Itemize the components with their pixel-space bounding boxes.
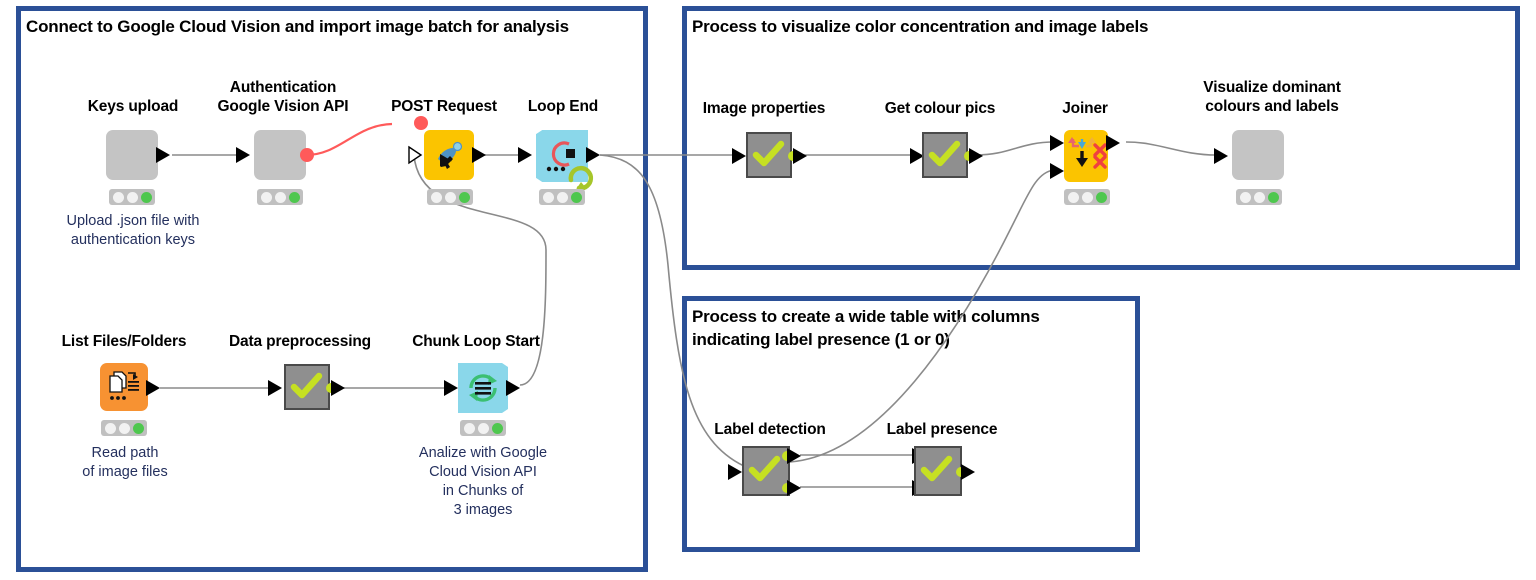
node-label-data-preprocessing: Data preprocessing xyxy=(228,333,371,350)
node-label-image-properties: Image properties xyxy=(702,100,826,117)
status-authentication xyxy=(257,189,303,205)
status-visualize-dominant xyxy=(1236,189,1282,205)
node-body-keys-upload[interactable] xyxy=(106,130,158,180)
status-lamp-running xyxy=(118,422,130,434)
metanode-check-icon xyxy=(928,140,961,167)
chunk-loop-start-icon xyxy=(469,374,497,402)
status-lamp-executed xyxy=(132,422,144,434)
status-lamp-idle xyxy=(260,191,272,203)
port-out-joiner xyxy=(1106,135,1120,151)
status-post-request xyxy=(427,189,473,205)
status-lamp-idle xyxy=(112,191,124,203)
port-out-keys-upload xyxy=(156,147,170,163)
node-description-list-files-folders: Read path of image files xyxy=(82,445,168,480)
metanode-check-icon xyxy=(920,455,953,482)
node-label-keys-upload: Keys upload xyxy=(87,98,179,115)
node-label-joiner: Joiner xyxy=(1062,100,1108,117)
workflow-canvas[interactable]: Connect to Google Cloud Vision and impor… xyxy=(0,0,1536,580)
status-lamp-idle xyxy=(463,422,475,434)
status-list-files-folders xyxy=(101,420,147,436)
node-label-visualize-dominant: Visualize dominant colours and labels xyxy=(1203,79,1341,115)
node-body-visualize-dominant[interactable] xyxy=(1232,130,1284,180)
status-lamp-running xyxy=(477,422,489,434)
port-out-post-request xyxy=(472,147,486,163)
port-out-image-properties xyxy=(788,148,807,164)
port-out-authentication-connection xyxy=(300,148,314,162)
status-lamp-running xyxy=(126,191,138,203)
port-out-chunk-loop-start xyxy=(506,380,520,396)
metanode-check-icon xyxy=(290,372,323,399)
port-in-visualize-dominant xyxy=(1214,148,1228,164)
status-lamp-running xyxy=(274,191,286,203)
metanode-check-icon xyxy=(748,455,781,482)
panel-title-wide-table: Process to create a wide table with colu… xyxy=(692,307,1040,349)
status-lamp-executed xyxy=(491,422,503,434)
status-lamp-executed xyxy=(288,191,300,203)
status-lamp-running xyxy=(444,191,456,203)
status-keys-upload xyxy=(109,189,155,205)
status-lamp-running xyxy=(556,191,568,203)
status-lamp-idle xyxy=(1239,191,1251,203)
node-label-loop-end: Loop End xyxy=(527,98,599,115)
status-lamp-executed xyxy=(458,191,470,203)
metanode-check-icon xyxy=(752,140,785,167)
port-out-loop-end xyxy=(586,147,600,163)
list-files-folders-icon xyxy=(109,371,139,400)
port-out-label-detection-bottom xyxy=(782,480,801,496)
node-body-authentication[interactable] xyxy=(254,130,306,180)
status-lamp-idle xyxy=(1067,191,1079,203)
node-label-label-presence: Label presence xyxy=(886,421,998,438)
port-out-get-colour-pics xyxy=(964,148,983,164)
port-in-authentication xyxy=(236,147,250,163)
panel-title-visualize: Process to visualize color concentration… xyxy=(692,17,1149,36)
post-request-icon xyxy=(438,141,463,169)
status-lamp-idle xyxy=(542,191,554,203)
status-lamp-idle xyxy=(104,422,116,434)
node-label-post-request: POST Request xyxy=(391,98,497,115)
port-in-loop-end xyxy=(518,147,532,163)
status-joiner xyxy=(1064,189,1110,205)
node-label-label-detection: Label detection xyxy=(714,421,826,438)
port-out-list-files-folders xyxy=(146,380,160,396)
node-label-authentication: Authentication Google Vision API xyxy=(217,79,349,115)
panel-title-connect: Connect to Google Cloud Vision and impor… xyxy=(26,17,569,36)
node-label-get-colour-pics: Get colour pics xyxy=(884,100,996,117)
node-label-chunk-loop-start: Chunk Loop Start xyxy=(412,333,540,350)
status-loop-end xyxy=(539,189,585,205)
status-lamp-executed xyxy=(1267,191,1279,203)
port-out-label-presence xyxy=(956,464,975,480)
status-lamp-running xyxy=(1253,191,1265,203)
status-lamp-running xyxy=(1081,191,1093,203)
port-out-label-detection-top xyxy=(782,448,801,464)
joiner-icon xyxy=(1068,137,1107,169)
node-label-list-files-folders: List Files/Folders xyxy=(61,333,187,350)
node-description-keys-upload: Upload .json file with authentication ke… xyxy=(66,213,200,248)
node-description-chunk-loop-start: Analize with Google Cloud Vision API in … xyxy=(418,445,548,518)
status-lamp-executed xyxy=(140,191,152,203)
status-lamp-idle xyxy=(430,191,442,203)
status-lamp-executed xyxy=(570,191,582,203)
status-chunk-loop-start xyxy=(460,420,506,436)
status-lamp-executed xyxy=(1095,191,1107,203)
port-out-data-preprocessing xyxy=(326,380,345,396)
